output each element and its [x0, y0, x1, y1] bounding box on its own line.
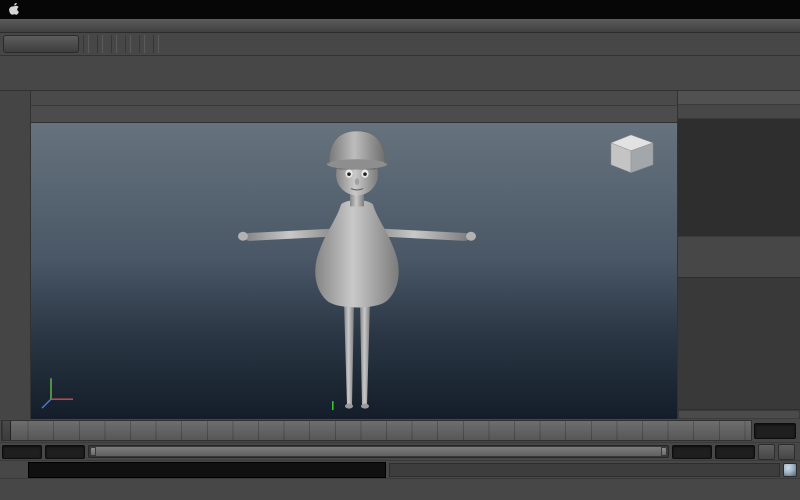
help-line — [0, 478, 800, 500]
status-line — [0, 33, 800, 56]
nose — [354, 178, 360, 185]
layer-list-empty-area — [678, 278, 800, 292]
left-leg[interactable] — [344, 301, 354, 406]
current-time-field[interactable] — [754, 422, 796, 439]
mel-command-input[interactable] — [28, 461, 386, 478]
command-line — [0, 460, 800, 478]
maya-window — [0, 0, 800, 500]
origin-axis-tick — [332, 401, 334, 411]
tool-box — [0, 91, 31, 419]
character-set-button[interactable] — [778, 443, 795, 460]
current-frame-marker[interactable] — [2, 421, 11, 440]
anim-layer-button[interactable] — [758, 443, 775, 460]
layer-editor-toolbar — [678, 264, 800, 277]
statusline-separator[interactable] — [139, 35, 145, 53]
playback-start-field[interactable] — [45, 444, 85, 459]
right-hand[interactable] — [466, 231, 476, 241]
viewport-panel — [31, 91, 677, 419]
layer-editor-tabs — [678, 237, 800, 252]
range-end-handle[interactable] — [661, 447, 667, 456]
channel-list-area[interactable] — [678, 119, 800, 237]
command-result-field[interactable] — [389, 462, 780, 477]
panel-menu-bar — [31, 91, 677, 106]
viewport-3d[interactable] — [31, 123, 677, 419]
character-model[interactable] — [238, 130, 476, 409]
apple-menu-icon[interactable] — [8, 3, 20, 16]
channel-box-menus — [678, 105, 800, 119]
statusline-separator[interactable] — [83, 35, 89, 53]
right-leg[interactable] — [360, 301, 370, 406]
range-slider — [0, 442, 800, 460]
helmet[interactable] — [329, 130, 385, 164]
range-slider-track[interactable] — [88, 445, 669, 458]
left-hand[interactable] — [238, 231, 248, 241]
scene-canvas — [41, 130, 654, 411]
layer-editor-menus — [678, 252, 800, 264]
range-slider-bar[interactable] — [90, 447, 667, 456]
helmet-brim[interactable] — [327, 159, 387, 170]
body[interactable] — [315, 199, 399, 308]
statusline-separator[interactable] — [125, 35, 131, 53]
channel-box-panel — [677, 91, 800, 419]
channel-box-header — [678, 91, 800, 105]
selection-mode-dropdown[interactable] — [3, 35, 79, 53]
time-slider — [0, 419, 800, 442]
panel-empty-area — [678, 292, 800, 409]
axis-indicator — [41, 378, 73, 409]
scrollbar-track[interactable] — [679, 411, 799, 418]
statusline-separator[interactable] — [97, 35, 103, 53]
maya-titlebar — [0, 19, 800, 33]
time-slider-strip[interactable] — [1, 420, 752, 441]
main-area — [0, 91, 800, 419]
view-cube[interactable] — [610, 134, 654, 174]
shelf-icon-row — [0, 70, 800, 91]
animation-end-field[interactable] — [715, 444, 755, 459]
left-foot[interactable] — [345, 403, 353, 409]
range-start-handle[interactable] — [90, 447, 96, 456]
animation-start-field[interactable] — [2, 444, 42, 459]
layer-scrollbar[interactable] — [678, 409, 800, 419]
right-foot[interactable] — [361, 403, 369, 409]
shelf-tabs-bar — [0, 56, 800, 70]
statusline-separator[interactable] — [111, 35, 117, 53]
script-editor-icon[interactable] — [783, 462, 797, 477]
panel-toolbar — [31, 106, 677, 123]
playback-end-field[interactable] — [672, 444, 712, 459]
macos-menubar — [0, 0, 800, 19]
statusline-separator[interactable] — [153, 35, 159, 53]
